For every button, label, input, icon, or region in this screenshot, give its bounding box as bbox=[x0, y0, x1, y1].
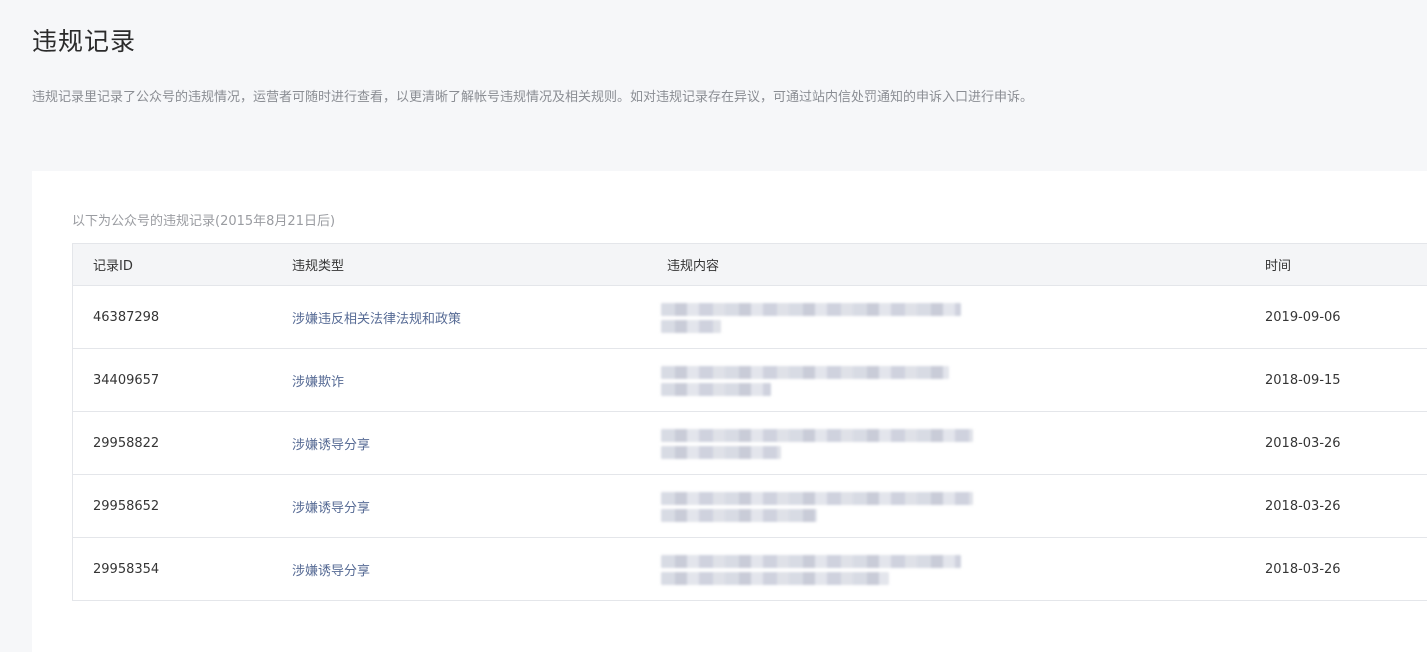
blurred-text-line bbox=[661, 383, 771, 396]
blurred-content bbox=[661, 549, 981, 589]
column-header-type: 违规类型 bbox=[292, 243, 667, 286]
blurred-text-line bbox=[661, 509, 817, 522]
violation-content bbox=[661, 348, 1265, 412]
table-row: 29958822 涉嫌诱导分享 2018-03-26 bbox=[72, 411, 1427, 475]
blurred-text-line bbox=[661, 320, 721, 333]
column-header-id: 记录ID bbox=[72, 243, 292, 286]
records-panel: 以下为公众号的违规记录(2015年8月21日后) 记录ID 违规类型 违规内容 … bbox=[32, 171, 1427, 652]
record-time: 2018-03-26 bbox=[1265, 411, 1427, 475]
record-time: 2018-09-15 bbox=[1265, 348, 1427, 412]
record-time: 2018-03-26 bbox=[1265, 474, 1427, 538]
table-row: 29958652 涉嫌诱导分享 2018-03-26 bbox=[72, 474, 1427, 538]
column-header-time: 时间 bbox=[1265, 243, 1427, 286]
blurred-content bbox=[661, 360, 981, 400]
blurred-text-line bbox=[661, 446, 781, 459]
table-row: 34409657 涉嫌欺诈 2018-09-15 bbox=[72, 348, 1427, 412]
table-row: 46387298 涉嫌违反相关法律法规和政策 2019-09-06 bbox=[72, 285, 1427, 349]
table-header: 记录ID 违规类型 违规内容 时间 bbox=[72, 243, 1427, 286]
page-description: 违规记录里记录了公众号的违规情况，运营者可随时进行查看，以更清晰了解帐号违规情况… bbox=[32, 90, 1034, 105]
violation-content bbox=[661, 474, 1265, 538]
record-id: 34409657 bbox=[72, 348, 292, 412]
record-time: 2019-09-06 bbox=[1265, 285, 1427, 349]
blurred-text-line bbox=[661, 429, 973, 442]
table-row: 29958354 涉嫌诱导分享 2018-03-26 bbox=[72, 537, 1427, 601]
table-body: 46387298 涉嫌违反相关法律法规和政策 2019-09-06 344096… bbox=[72, 285, 1427, 601]
blurred-text-line bbox=[661, 492, 973, 505]
blurred-content bbox=[661, 423, 981, 463]
violation-type-link[interactable]: 涉嫌违反相关法律法规和政策 bbox=[292, 285, 667, 349]
record-id: 29958354 bbox=[72, 537, 292, 601]
violation-content bbox=[661, 411, 1265, 475]
violation-type-link[interactable]: 涉嫌诱导分享 bbox=[292, 474, 667, 538]
violation-content bbox=[661, 537, 1265, 601]
blurred-text-line bbox=[661, 366, 949, 379]
blurred-text-line bbox=[661, 572, 889, 585]
blurred-content bbox=[661, 486, 981, 526]
record-time: 2018-03-26 bbox=[1265, 537, 1427, 601]
violation-records-table: 记录ID 违规类型 违规内容 时间 46387298 涉嫌违反相关法律法规和政策… bbox=[72, 243, 1427, 601]
page-title: 违规记录 bbox=[32, 27, 137, 56]
violation-type-link[interactable]: 涉嫌诱导分享 bbox=[292, 537, 667, 601]
record-id: 29958822 bbox=[72, 411, 292, 475]
blurred-content bbox=[661, 297, 981, 337]
column-header-content: 违规内容 bbox=[667, 243, 1265, 286]
blurred-text-line bbox=[661, 303, 961, 316]
blurred-text-line bbox=[661, 555, 961, 568]
violation-type-link[interactable]: 涉嫌欺诈 bbox=[292, 348, 667, 412]
record-id: 46387298 bbox=[72, 285, 292, 349]
table-header-row: 记录ID 违规类型 违规内容 时间 bbox=[72, 243, 1427, 286]
violation-content bbox=[661, 285, 1265, 349]
record-id: 29958652 bbox=[72, 474, 292, 538]
violation-type-link[interactable]: 涉嫌诱导分享 bbox=[292, 411, 667, 475]
records-subtitle: 以下为公众号的违规记录(2015年8月21日后) bbox=[72, 214, 336, 229]
